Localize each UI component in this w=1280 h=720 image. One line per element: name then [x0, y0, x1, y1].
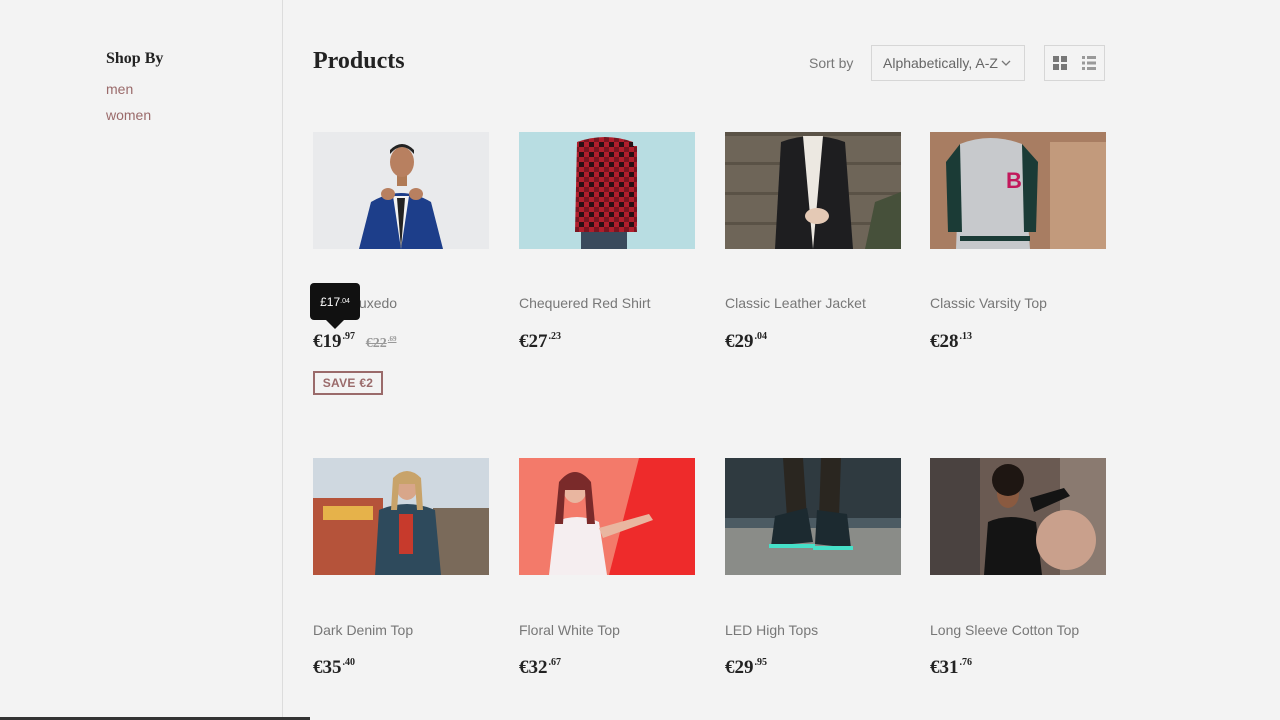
- price-cents: .67: [548, 657, 562, 668]
- price-original: €22.69: [365, 335, 397, 351]
- price-cents: .97: [342, 331, 356, 342]
- product-card-led-high-tops[interactable]: LED High Tops €29.95: [725, 458, 901, 678]
- sort-select[interactable]: Alphabetically, A-Z: [871, 45, 1025, 81]
- price-cents: .95: [754, 657, 768, 668]
- price-main: €27: [519, 331, 548, 352]
- price-cents: .40: [342, 657, 356, 668]
- price-main: €35: [313, 657, 342, 678]
- sidebar: Shop By men women: [0, 0, 283, 720]
- price-cents: .23: [548, 331, 562, 342]
- sort-select-value: Alphabetically, A-Z: [883, 55, 998, 71]
- price-cents: .04: [754, 331, 768, 342]
- sidebar-link-men[interactable]: men: [106, 81, 133, 97]
- product-title[interactable]: Classic Varsity Top: [930, 295, 1047, 311]
- product-image[interactable]: [725, 458, 901, 575]
- tooltip-price-cents: .04: [340, 298, 350, 305]
- product-image[interactable]: [313, 132, 489, 249]
- svg-text:B: B: [1006, 168, 1022, 193]
- sort-label: Sort by: [809, 55, 854, 71]
- view-toggle: [1044, 45, 1105, 81]
- product-title[interactable]: Floral White Top: [519, 622, 620, 638]
- product-price: €31.76: [930, 657, 972, 679]
- product-card-classic-varsity-top[interactable]: B Classic Varsity Top €28.13: [930, 132, 1106, 352]
- product-title[interactable]: Long Sleeve Cotton Top: [930, 622, 1079, 638]
- product-price: €32.67: [519, 657, 561, 679]
- price-main: €29: [725, 331, 754, 352]
- product-price: €29.95: [725, 657, 767, 679]
- sidebar-link-women[interactable]: women: [106, 107, 151, 123]
- sidebar-title: Shop By: [106, 50, 164, 67]
- product-image[interactable]: [519, 132, 695, 249]
- product-title[interactable]: Chequered Red Shirt: [519, 295, 651, 311]
- chevron-down-icon: [1001, 60, 1011, 66]
- tooltip-arrow: [326, 320, 344, 329]
- product-price: €28.13: [930, 331, 972, 353]
- currency-tooltip: £17.04: [310, 283, 360, 320]
- grid-view-icon: [1052, 56, 1067, 70]
- price-main: €28: [930, 331, 959, 352]
- price-original-cents: .69: [387, 335, 397, 343]
- page-title: Products: [313, 48, 405, 74]
- product-title[interactable]: LED High Tops: [725, 622, 818, 638]
- price-original-main: €22: [365, 336, 387, 351]
- price-main: €29: [725, 657, 754, 678]
- list-view-icon: [1082, 56, 1097, 70]
- tooltip-price-main: £17: [320, 294, 341, 309]
- price-cents: .76: [959, 657, 973, 668]
- product-image[interactable]: [725, 132, 901, 249]
- product-image[interactable]: B: [930, 132, 1106, 249]
- price-main: €19: [313, 331, 342, 352]
- product-price: €35.40: [313, 657, 355, 679]
- grid-view-button[interactable]: [1045, 46, 1075, 80]
- product-card-chequered-red-shirt[interactable]: Chequered Red Shirt €27.23: [519, 132, 695, 352]
- product-title[interactable]: Dark Denim Top: [313, 622, 413, 638]
- product-image[interactable]: [313, 458, 489, 575]
- product-image[interactable]: [519, 458, 695, 575]
- price-main: €31: [930, 657, 959, 678]
- price-main: €32: [519, 657, 548, 678]
- product-card-dark-denim-top[interactable]: Dark Denim Top €35.40: [313, 458, 489, 678]
- price-cents: .13: [959, 331, 973, 342]
- product-price: €29.04: [725, 331, 767, 353]
- list-view-button[interactable]: [1075, 46, 1105, 80]
- product-price: €19.97 €22.69: [313, 331, 397, 353]
- product-title[interactable]: Classic Leather Jacket: [725, 295, 866, 311]
- product-card-floral-white-top[interactable]: Floral White Top €32.67: [519, 458, 695, 678]
- product-card-black-tuxedo[interactable]: Black Tuxedo €19.97 €22.69 SAVE €2: [313, 132, 489, 395]
- product-image[interactable]: [930, 458, 1106, 575]
- product-card-classic-leather-jacket[interactable]: Classic Leather Jacket €29.04: [725, 132, 901, 352]
- product-price: €27.23: [519, 331, 561, 353]
- save-badge: SAVE €2: [313, 371, 383, 395]
- product-card-long-sleeve-cotton-top[interactable]: Long Sleeve Cotton Top €31.76: [930, 458, 1106, 678]
